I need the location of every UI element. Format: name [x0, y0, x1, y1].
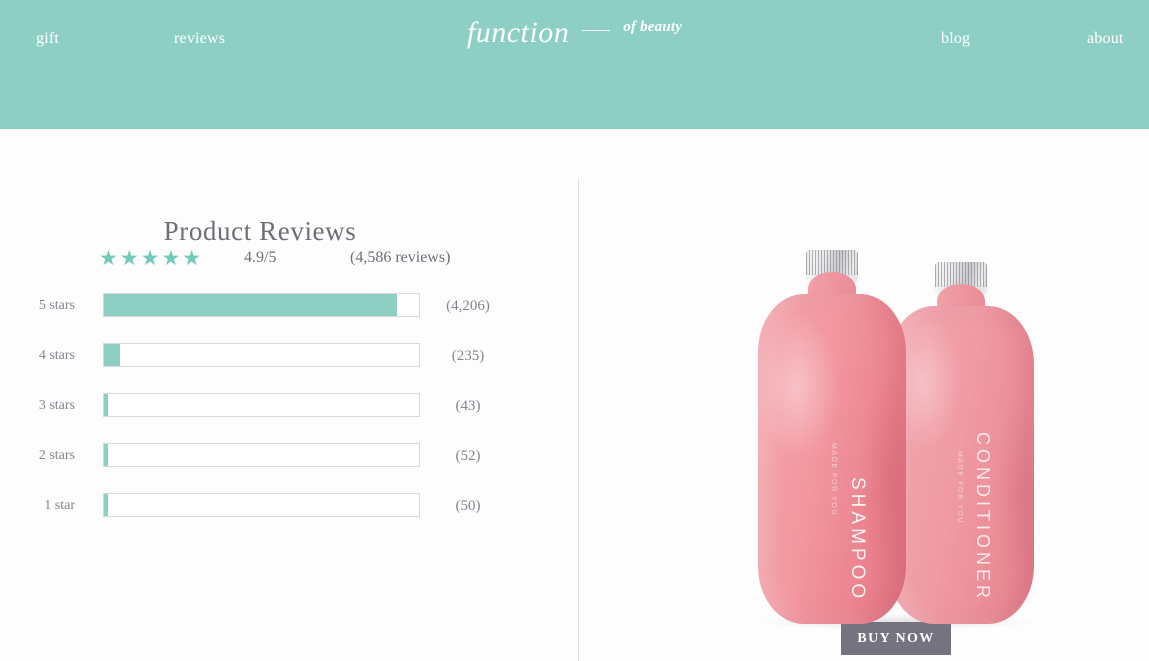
rating-bar-fill [104, 394, 108, 416]
nav-item-blog[interactable]: blog [941, 30, 970, 48]
rating-bar-count: (50) [455, 498, 481, 514]
rating-bar-fill [104, 494, 108, 516]
rating-summary: ★★★★★ 4.9/5 (4,586 reviews) [0, 244, 520, 272]
conditioner-sublabel: MADE FOR YOU [956, 450, 963, 524]
total-review-count: (4,586 reviews) [350, 249, 451, 266]
rating-bar-row: 1 star (50) [0, 489, 520, 539]
average-score: 4.9/5 [244, 249, 277, 266]
conditioner-label: CONDITIONER [973, 432, 993, 602]
brand-logo[interactable]: function of beauty [0, 16, 1149, 50]
conditioner-bottle: CONDITIONER MADE FOR YOU [888, 258, 1034, 624]
rating-bar-count: (52) [455, 448, 481, 464]
brand-name: function [466, 16, 570, 49]
rating-bar-fill [104, 444, 108, 466]
rating-distribution-chart: 5 stars (4,206) 4 stars (235) 3 stars (43) 2 s… [0, 289, 520, 539]
rating-bar-label: 5 stars [38, 298, 75, 313]
product-panel: CONDITIONER MADE FOR YOU SHAMPOO MADE FO… [578, 129, 1149, 661]
rating-bar-label: 2 stars [38, 448, 75, 463]
brand-tagline: of beauty [623, 18, 683, 35]
rating-bar-label: 3 stars [38, 398, 75, 413]
reviews-panel: Product Reviews ★★★★★ 4.9/5 (4,586 revie… [0, 129, 578, 661]
rating-bar-fill [104, 294, 397, 316]
rating-bar-count: (4,206) [446, 298, 490, 314]
buy-now-button[interactable]: BUY NOW [841, 622, 951, 655]
rating-bar-row: 5 stars (4,206) [0, 289, 520, 339]
rating-bar-track[interactable] [103, 443, 420, 467]
rating-bar-row: 3 stars (43) [0, 389, 520, 439]
rating-bar-track[interactable] [103, 393, 420, 417]
rating-bar-count: (235) [451, 348, 485, 364]
rating-bar-label: 1 star [44, 498, 75, 513]
rating-bar-count: (43) [455, 398, 481, 414]
page-title: Product Reviews [163, 216, 357, 246]
site-header: gift reviews function of beauty blog abo… [0, 0, 1149, 129]
brand-dash-icon [582, 29, 611, 31]
rating-bar-row: 2 stars (52) [0, 439, 520, 489]
rating-bar-row: 4 stars (235) [0, 339, 520, 389]
shampoo-bottle: SHAMPOO MADE FOR YOU [758, 246, 906, 624]
rating-bar-track[interactable] [103, 343, 420, 367]
shampoo-label: SHAMPOO [847, 476, 868, 602]
rating-bar-track[interactable] [103, 293, 420, 317]
nav-item-about[interactable]: about [1087, 30, 1124, 48]
rating-bar-fill [104, 344, 120, 366]
main-content: Product Reviews ★★★★★ 4.9/5 (4,586 revie… [0, 129, 1149, 661]
rating-bar-label: 4 stars [38, 348, 75, 363]
star-rating-icon: ★★★★★ [99, 246, 204, 270]
product-image: CONDITIONER MADE FOR YOU SHAMPOO MADE FO… [738, 204, 1058, 630]
shampoo-sublabel: MADE FOR YOU [830, 442, 837, 516]
rating-bar-track[interactable] [103, 493, 420, 517]
